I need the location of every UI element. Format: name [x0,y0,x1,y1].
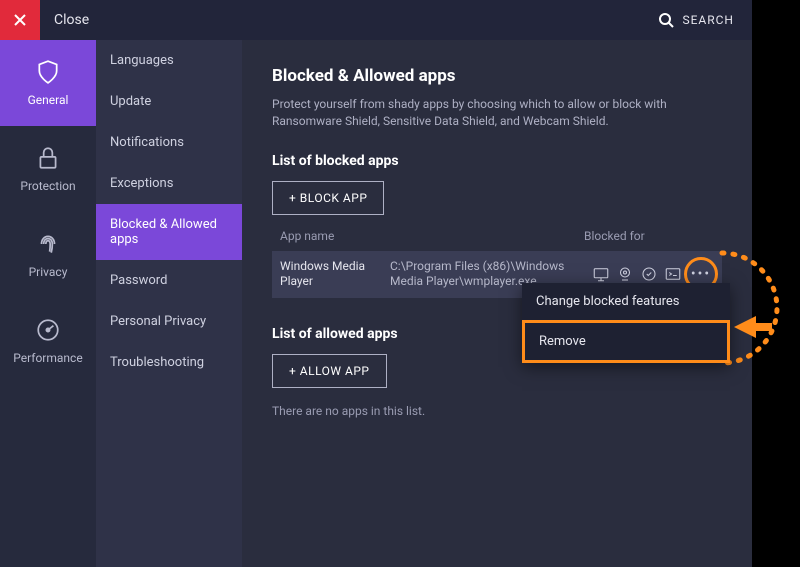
nav-performance[interactable]: Performance [0,298,96,384]
nav-privacy-label: Privacy [29,265,68,279]
primary-nav: General Protection Privacy Performance [0,40,96,567]
search-label: SEARCH [682,13,734,27]
col-blocked-for: Blocked for [584,229,714,243]
blocked-heading: List of blocked apps [272,153,722,169]
allow-app-button[interactable]: + ALLOW APP [272,354,387,388]
col-app-name: App name [280,229,390,243]
page-title: Blocked & Allowed apps [272,66,722,86]
search-icon [658,12,674,28]
nav-general-label: General [28,93,69,107]
blocked-table-header: App name Blocked for [272,215,722,251]
titlebar: Close SEARCH [0,0,752,40]
subnav-item-1[interactable]: Update [96,81,242,122]
menu-remove[interactable]: Remove [522,320,730,363]
close-label: Close [54,12,89,28]
nav-performance-label: Performance [13,351,82,365]
nav-protection[interactable]: Protection [0,126,96,212]
page-description: Protect yourself from shady apps by choo… [272,96,692,131]
webcam-icon [616,265,634,283]
subnav-item-6[interactable]: Personal Privacy [96,301,242,342]
data-shield-icon [640,265,658,283]
subnav-item-5[interactable]: Password [96,260,242,301]
display-icon [592,265,610,283]
close-button[interactable] [0,0,40,40]
app-name: Windows Media Player [280,259,390,290]
nav-protection-label: Protection [20,179,75,193]
nav-general[interactable]: General [0,40,96,126]
subnav-item-7[interactable]: Troubleshooting [96,342,242,383]
ellipsis-icon: ••• [691,267,711,281]
menu-change-features[interactable]: Change blocked features [522,283,730,320]
shield-icon [35,59,61,85]
subnav-item-0[interactable]: Languages [96,40,242,81]
lock-icon [35,145,61,171]
secondary-nav: LanguagesUpdateNotificationsExceptionsBl… [96,40,242,567]
app-window: Close SEARCH General Protection Privacy … [0,0,752,567]
annotation-arrow [732,313,772,344]
nav-privacy[interactable]: Privacy [0,212,96,298]
allowed-empty-text: There are no apps in this list. [272,404,722,418]
subnav-item-4[interactable]: Blocked & Allowed apps [96,204,242,260]
search-button[interactable]: SEARCH [658,12,752,28]
subnav-item-2[interactable]: Notifications [96,122,242,163]
terminal-icon [664,265,682,283]
body: General Protection Privacy Performance L… [0,40,752,567]
main-content: Blocked & Allowed apps Protect yourself … [242,40,752,567]
close-icon [13,13,27,27]
gauge-icon [35,317,61,343]
context-menu: Change blocked features Remove [522,283,730,363]
block-app-button[interactable]: + BLOCK APP [272,181,384,215]
subnav-item-3[interactable]: Exceptions [96,163,242,204]
table-row[interactable]: Windows Media Player C:\Program Files (x… [272,251,722,298]
fingerprint-icon [35,231,61,257]
